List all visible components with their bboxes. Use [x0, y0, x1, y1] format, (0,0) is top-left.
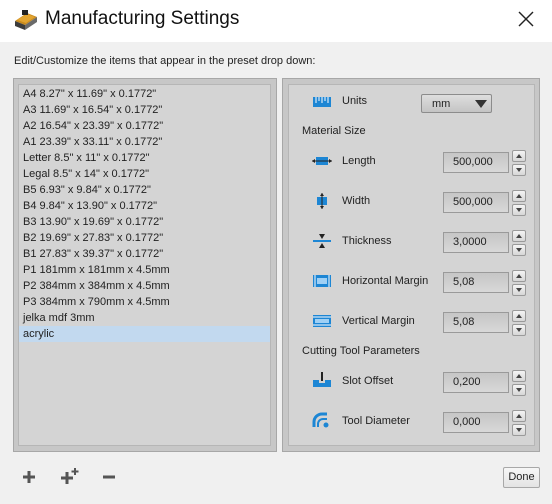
thickness-label: Thickness	[342, 235, 392, 247]
list-item[interactable]: B5 6.93" x 9.84" x 0.1772"	[19, 182, 270, 198]
list-item[interactable]: Legal 8.5" x 14" x 0.1772"	[19, 166, 270, 182]
stepper-up-button[interactable]	[512, 370, 526, 382]
list-item[interactable]: P1 181mm x 181mm x 4.5mm	[19, 262, 270, 278]
list-item-selected[interactable]: acrylic	[19, 326, 270, 342]
thickness-icon	[313, 234, 331, 248]
tool-diameter-icon	[312, 412, 329, 428]
width-label: Width	[342, 195, 371, 207]
stepper-up-button[interactable]	[512, 230, 526, 242]
thickness-stepper[interactable]	[512, 230, 526, 256]
list-item[interactable]: B1 27.83" x 39.37" x 0.1772"	[19, 246, 270, 262]
preset-list[interactable]: A4 8.27" x 11.69" x 0.1772" A3 11.69" x …	[18, 84, 271, 446]
list-item[interactable]: Letter 8.5" x 11" x 0.1772"	[19, 150, 270, 166]
stepper-down-button[interactable]	[512, 324, 526, 336]
stepper-down-button[interactable]	[512, 424, 526, 436]
list-item[interactable]: A1 23.39" x 33.11" x 0.1772"	[19, 134, 270, 150]
vertical-margin-icon	[313, 315, 331, 327]
list-item[interactable]: A3 11.69" x 16.54" x 0.1772"	[19, 102, 270, 118]
title-bar: Manufacturing Settings	[0, 0, 552, 42]
laser-cutter-icon	[15, 10, 37, 30]
width-stepper[interactable]	[512, 190, 526, 216]
slot-offset-label: Slot Offset	[342, 375, 394, 387]
width-icon	[317, 193, 327, 209]
length-stepper[interactable]	[512, 150, 526, 176]
length-icon	[312, 157, 332, 165]
instructions-text: Edit/Customize the items that appear in …	[14, 55, 316, 67]
list-item[interactable]: B3 13.90" x 19.69" x 0.1772"	[19, 214, 270, 230]
list-item[interactable]: B4 9.84" x 13.90" x 0.1772"	[19, 198, 270, 214]
vertical-margin-label: Vertical Margin	[342, 315, 415, 327]
stepper-up-button[interactable]	[512, 190, 526, 202]
list-item[interactable]: jelka mdf 3mm	[19, 310, 270, 326]
list-item[interactable]: A4 8.27" x 11.69" x 0.1772"	[19, 86, 270, 102]
window-title: Manufacturing Settings	[45, 8, 240, 29]
close-icon[interactable]	[508, 6, 542, 34]
slot-offset-icon	[313, 372, 331, 387]
list-item[interactable]: P3 384mm x 790mm x 4.5mm	[19, 294, 270, 310]
slot-offset-stepper[interactable]	[512, 370, 526, 396]
done-button[interactable]: Done	[503, 467, 540, 488]
remove-icon[interactable]	[102, 470, 116, 484]
vertical-margin-field[interactable]: 5,08	[443, 312, 509, 333]
list-item[interactable]: P2 384mm x 384mm x 4.5mm	[19, 278, 270, 294]
vertical-margin-stepper[interactable]	[512, 310, 526, 336]
material-size-heading: Material Size	[302, 125, 366, 137]
horizontal-margin-stepper[interactable]	[512, 270, 526, 296]
horizontal-margin-field[interactable]: 5,08	[443, 272, 509, 293]
stepper-up-button[interactable]	[512, 150, 526, 162]
horizontal-margin-icon	[313, 275, 331, 287]
stepper-down-button[interactable]	[512, 384, 526, 396]
length-label: Length	[342, 155, 376, 167]
tool-diameter-field[interactable]: 0,000	[443, 412, 509, 433]
add-multiple-icon[interactable]	[60, 467, 80, 485]
stepper-up-button[interactable]	[512, 310, 526, 322]
slot-offset-field[interactable]: 0,200	[443, 372, 509, 393]
tool-diameter-label: Tool Diameter	[342, 415, 410, 427]
thickness-field[interactable]: 3,0000	[443, 232, 509, 253]
stepper-down-button[interactable]	[512, 204, 526, 216]
stepper-down-button[interactable]	[512, 284, 526, 296]
units-dropdown[interactable]: mm	[421, 94, 492, 113]
units-label: Units	[342, 95, 368, 107]
list-item[interactable]: B2 19.69" x 27.83" x 0.1772"	[19, 230, 270, 246]
width-field[interactable]: 500,000	[443, 192, 509, 213]
units-value: mm	[432, 98, 451, 110]
stepper-up-button[interactable]	[512, 410, 526, 422]
stepper-down-button[interactable]	[512, 164, 526, 176]
cutting-tool-heading: Cutting Tool Parameters	[302, 345, 420, 357]
chevron-down-icon	[475, 100, 487, 108]
ruler-icon	[313, 97, 331, 107]
length-field[interactable]: 500,000	[443, 152, 509, 173]
tool-diameter-stepper[interactable]	[512, 410, 526, 436]
add-icon[interactable]	[22, 470, 36, 484]
list-item[interactable]: A2 16.54" x 23.39" x 0.1772"	[19, 118, 270, 134]
stepper-up-button[interactable]	[512, 270, 526, 282]
horizontal-margin-label: Horizontal Margin	[342, 275, 429, 287]
stepper-down-button[interactable]	[512, 244, 526, 256]
